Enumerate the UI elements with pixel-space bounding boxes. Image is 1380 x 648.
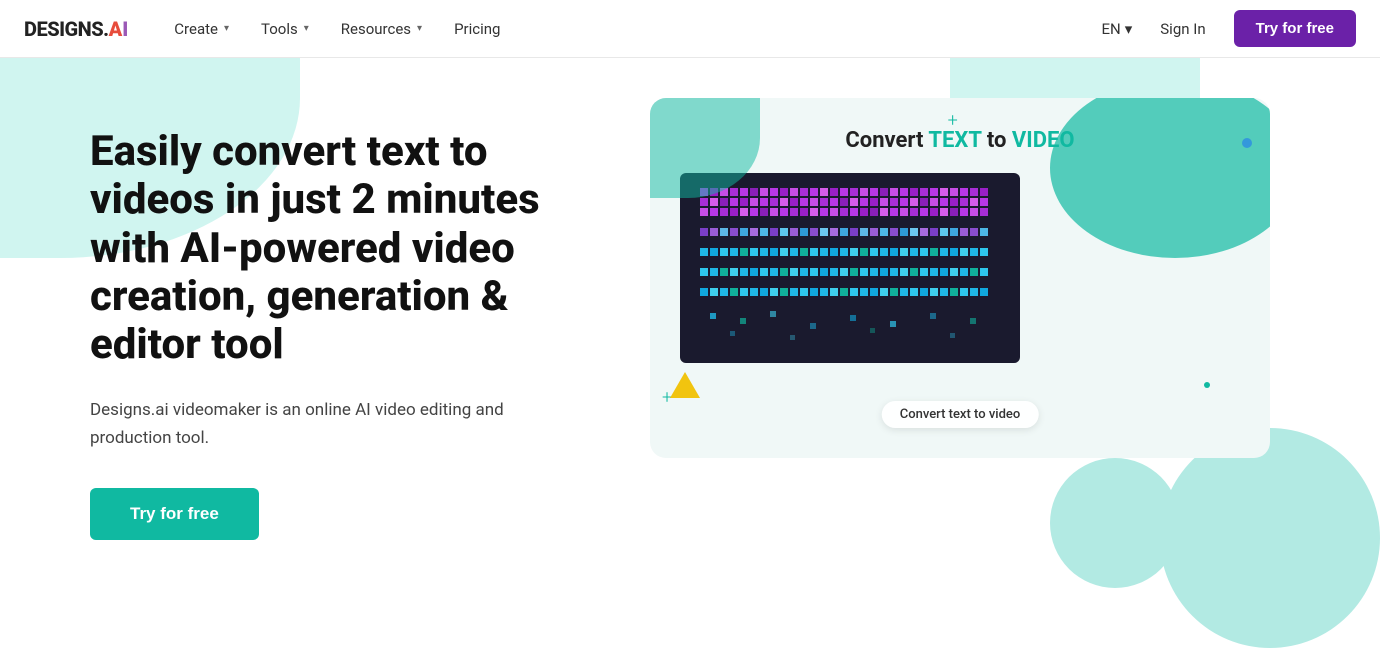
nav-resources[interactable]: Resources ▾	[327, 12, 436, 46]
deco-dot2	[1204, 382, 1210, 388]
convert-label: Convert text to video	[882, 401, 1039, 428]
chevron-down-icon: ▾	[1125, 20, 1133, 38]
hero-left: Easily convert text to videos in just 2 …	[90, 118, 610, 540]
chevron-down-icon: ▾	[417, 23, 422, 34]
hero-heading: Easily convert text to videos in just 2 …	[90, 128, 570, 369]
bg-circle-bottomright	[1160, 428, 1380, 648]
hero-illustration: + + Convert TEXT to VIDEO	[650, 98, 1320, 458]
main-content: Easily convert text to videos in just 2 …	[0, 58, 1380, 648]
nav-right: EN ▾ Sign In Try for free	[1102, 10, 1357, 47]
logo-text: DESIGNS.	[24, 17, 109, 41]
nav-links: Create ▾ Tools ▾ Resources ▾ Pricing	[160, 12, 1101, 46]
nav-pricing[interactable]: Pricing	[440, 12, 514, 46]
try-free-nav-button[interactable]: Try for free	[1234, 10, 1356, 47]
sign-in-button[interactable]: Sign In	[1148, 12, 1217, 46]
nav-create[interactable]: Create ▾	[160, 12, 243, 46]
pixel-art-visualization	[680, 173, 1020, 363]
language-selector[interactable]: EN ▾	[1102, 20, 1133, 38]
logo-ai: AI	[109, 17, 129, 41]
logo[interactable]: DESIGNS. AI	[24, 17, 128, 41]
card-bg-green	[1050, 98, 1270, 258]
hero-cta-button[interactable]: Try for free	[90, 488, 259, 540]
video-card: + + Convert TEXT to VIDEO	[650, 98, 1270, 458]
chevron-down-icon: ▾	[304, 23, 309, 34]
chevron-down-icon: ▾	[224, 23, 229, 34]
hero-subtext: Designs.ai videomaker is an online AI vi…	[90, 397, 510, 451]
deco-triangle-icon	[670, 372, 700, 398]
deco-dot	[1242, 138, 1252, 148]
convert-title: Convert TEXT to VIDEO	[680, 128, 1240, 153]
navbar: DESIGNS. AI Create ▾ Tools ▾ Resources ▾…	[0, 0, 1380, 58]
bg-circle-bottomright2	[1050, 458, 1180, 588]
nav-tools[interactable]: Tools ▾	[247, 12, 323, 46]
